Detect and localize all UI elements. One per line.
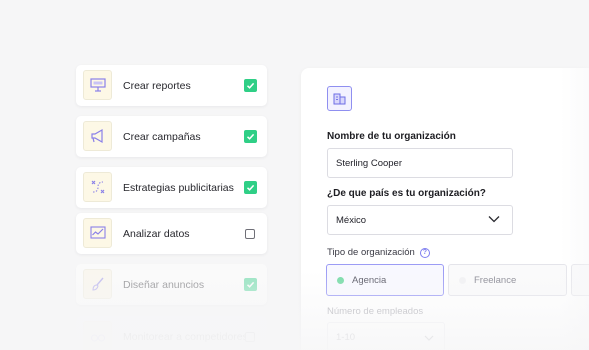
task-item-crear-campanas[interactable]: Crear campañas — [76, 116, 267, 157]
org-name-input[interactable]: Sterling Cooper — [327, 148, 513, 178]
presentation-icon — [83, 70, 112, 100]
task-item-crear-reportes[interactable]: Crear reportes — [76, 65, 267, 106]
radio-unselected-icon — [459, 276, 466, 284]
task-label: Crear campañas — [123, 130, 201, 143]
strategy-icon — [83, 172, 112, 202]
country-select[interactable]: México — [327, 205, 513, 235]
org-name-value: Sterling Cooper — [336, 157, 403, 169]
employees-value: 1-10 — [336, 331, 356, 343]
org-type-label-text: Tipo de organización — [327, 247, 415, 258]
org-name-label: Nombre de tu organización — [327, 131, 456, 142]
country-label: ¿De que país es tu organización? — [327, 188, 486, 199]
task-label: Analizar datos — [123, 227, 190, 240]
employees-select[interactable]: 1-10 — [327, 322, 445, 350]
task-label: Diseñar anuncios — [123, 278, 205, 291]
task-item-disenar-anuncios[interactable]: Diseñar anuncios — [76, 264, 267, 305]
brush-icon — [83, 269, 112, 299]
checkbox-checked[interactable] — [244, 79, 257, 92]
task-label: Monitorear a competidores — [123, 330, 248, 343]
org-type-option-more[interactable] — [571, 264, 589, 296]
org-type-option-freelance[interactable]: Freelance — [448, 264, 567, 296]
checkbox-checked[interactable] — [244, 181, 257, 194]
org-type-label: Tipo de organización ? — [327, 247, 430, 258]
task-item-analizar-datos[interactable]: Analizar datos — [76, 213, 267, 254]
megaphone-icon — [83, 121, 112, 151]
org-type-option-agencia[interactable]: Agencia — [326, 264, 444, 296]
option-label: Agencia — [352, 274, 387, 286]
country-value: México — [336, 214, 367, 226]
binoculars-icon — [83, 321, 112, 350]
help-icon[interactable]: ? — [419, 247, 430, 258]
task-label: Estrategias publicitarias — [123, 181, 234, 194]
checkbox-checked[interactable] — [244, 130, 257, 143]
option-label: Freelance — [474, 274, 517, 286]
chevron-down-icon — [488, 215, 500, 226]
radio-selected-icon — [337, 276, 344, 284]
checkbox-unchecked[interactable] — [245, 331, 255, 342]
task-item-monitorear-competidores[interactable]: Monitorear a competidores — [76, 316, 267, 350]
task-label: Crear reportes — [123, 79, 191, 92]
task-item-estrategias-publicitarias[interactable]: Estrategias publicitarias — [76, 167, 267, 208]
chevron-down-icon — [424, 333, 434, 344]
organization-form-panel: Nombre de tu organización Sterling Coope… — [301, 68, 589, 350]
checkbox-checked[interactable] — [244, 278, 257, 291]
checkbox-unchecked[interactable] — [245, 228, 255, 239]
employees-label: Número de empleados — [327, 306, 424, 317]
building-icon — [327, 86, 352, 111]
chart-line-icon — [83, 218, 112, 248]
